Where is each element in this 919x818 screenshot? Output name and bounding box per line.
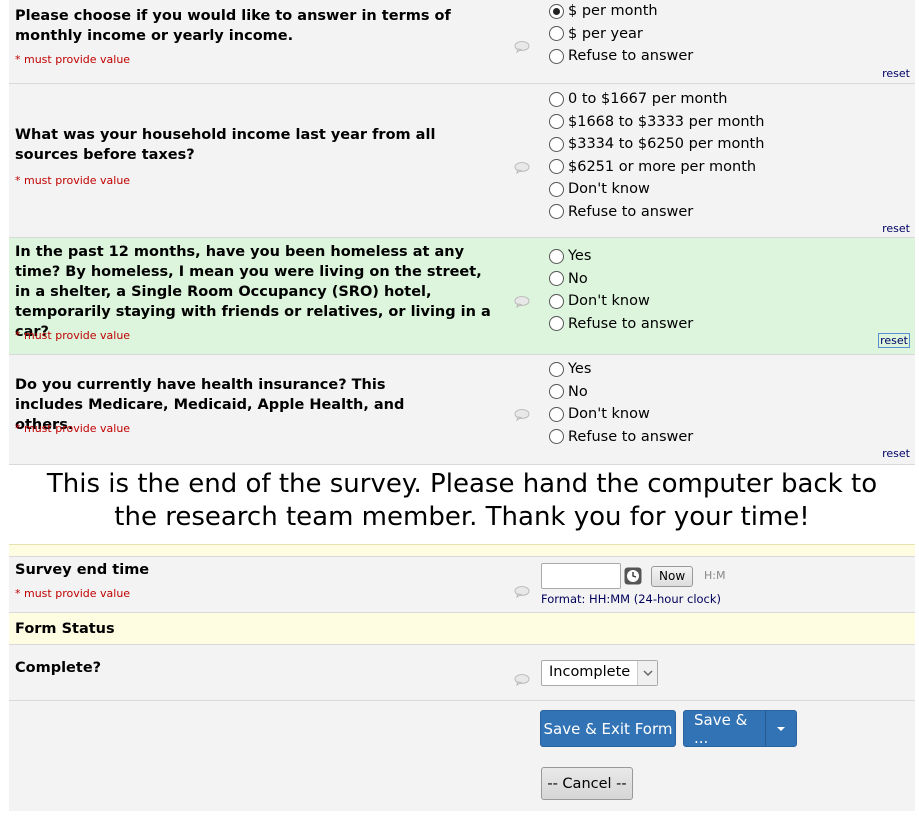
complete-select-value: Incomplete <box>549 664 631 680</box>
option-0-1667[interactable]: 0 to $1667 per month <box>549 88 764 111</box>
comment-bubble-icon[interactable] <box>514 296 530 308</box>
option-refuse[interactable]: Refuse to answer <box>549 313 693 336</box>
save-exit-button[interactable]: Save & Exit Form <box>540 710 676 747</box>
comment-bubble-icon[interactable] <box>514 409 530 421</box>
radio-icon[interactable] <box>549 293 564 309</box>
complete-label: Complete? <box>15 660 102 676</box>
required-note: * must provide value <box>15 422 131 435</box>
reset-link[interactable]: reset <box>882 222 910 235</box>
comment-bubble-icon[interactable] <box>514 162 530 174</box>
chevron-down-icon <box>637 661 657 685</box>
hm-label: H:M <box>704 569 726 582</box>
save-more-label: Save & ... <box>694 710 748 747</box>
option-refuse[interactable]: Refuse to answer <box>549 201 764 224</box>
radio-icon[interactable] <box>549 384 564 400</box>
caret-down-icon[interactable] <box>764 711 796 746</box>
option-yes[interactable]: Yes <box>549 245 693 268</box>
end-time-label: Survey end time <box>15 562 150 578</box>
form-status-title: Form Status <box>15 621 115 637</box>
comment-bubble-icon[interactable] <box>514 586 530 598</box>
complete-select[interactable]: Incomplete <box>541 660 658 686</box>
radio-icon[interactable] <box>549 204 564 220</box>
option-per-year[interactable]: $ per year <box>549 23 693 46</box>
survey-end-time-row: Survey end time * must provide value Now… <box>9 557 915 613</box>
form-status-header: Form Status <box>9 613 915 645</box>
radio-icon[interactable] <box>549 91 564 107</box>
action-row: Save & Exit Form Save & ... -- Cancel -- <box>9 701 915 811</box>
question-row-income-type: Please choose if you would like to answe… <box>9 0 915 84</box>
radio-icon[interactable] <box>549 26 564 42</box>
radio-icon[interactable] <box>549 248 564 264</box>
option-6251-more[interactable]: $6251 or more per month <box>549 156 764 179</box>
comment-bubble-icon[interactable] <box>514 674 530 686</box>
option-dont-know[interactable]: Don't know <box>549 290 693 313</box>
option-no[interactable]: No <box>549 268 693 291</box>
radio-icon[interactable] <box>549 406 564 422</box>
section-divider <box>9 545 915 557</box>
radio-checked-icon[interactable] <box>549 3 564 19</box>
question-text: Please choose if you would like to answe… <box>15 8 451 44</box>
radio-icon[interactable] <box>549 136 564 152</box>
option-per-month[interactable]: $ per month <box>549 0 693 23</box>
end-time-input[interactable] <box>541 563 621 589</box>
radio-icon[interactable] <box>549 271 564 287</box>
question-row-health-insurance: Do you currently have health insurance? … <box>9 355 915 465</box>
comment-bubble-icon[interactable] <box>514 41 530 53</box>
clock-icon[interactable] <box>624 567 642 585</box>
required-note: * must provide value <box>15 174 131 187</box>
radio-icon[interactable] <box>549 361 564 377</box>
option-refuse[interactable]: Refuse to answer <box>549 426 693 449</box>
option-3334-6250[interactable]: $3334 to $6250 per month <box>549 133 764 156</box>
now-button[interactable]: Now <box>651 566 694 587</box>
radio-icon[interactable] <box>549 316 564 332</box>
reset-link[interactable]: reset <box>882 67 910 80</box>
question-row-homeless: In the past 12 months, have you been hom… <box>9 238 915 355</box>
required-note: * must provide value <box>15 329 131 342</box>
end-of-survey-message: This is the end of the survey. Please ha… <box>9 465 915 545</box>
complete-row: Complete? Incomplete <box>9 645 915 701</box>
options: 0 to $1667 per month $1668 to $3333 per … <box>549 88 764 223</box>
option-no[interactable]: No <box>549 381 693 404</box>
radio-icon[interactable] <box>549 48 564 64</box>
question-text: In the past 12 months, have you been hom… <box>15 244 491 340</box>
options: Yes No Don't know Refuse to answer <box>549 358 693 448</box>
options: Yes No Don't know Refuse to answer <box>549 245 693 335</box>
option-1668-3333[interactable]: $1668 to $3333 per month <box>549 111 764 134</box>
required-note: * must provide value <box>15 587 131 600</box>
radio-icon[interactable] <box>549 114 564 130</box>
radio-icon[interactable] <box>549 181 564 197</box>
options: $ per month $ per year Refuse to answer <box>549 0 693 68</box>
end-message-text: This is the end of the survey. Please ha… <box>46 469 878 532</box>
required-note: * must provide value <box>15 53 131 66</box>
radio-icon[interactable] <box>549 429 564 445</box>
reset-link[interactable]: reset <box>878 333 910 348</box>
save-more-button[interactable]: Save & ... <box>683 710 797 747</box>
option-refuse[interactable]: Refuse to answer <box>549 45 693 68</box>
radio-icon[interactable] <box>549 159 564 175</box>
question-text: What was your household income last year… <box>15 127 436 163</box>
format-hint: Format: HH:MM (24-hour clock) <box>541 592 722 606</box>
reset-link[interactable]: reset <box>882 447 910 460</box>
option-dont-know[interactable]: Don't know <box>549 178 764 201</box>
question-row-household-income: What was your household income last year… <box>9 84 915 238</box>
option-yes[interactable]: Yes <box>549 358 693 381</box>
option-dont-know[interactable]: Don't know <box>549 403 693 426</box>
cancel-button[interactable]: -- Cancel -- <box>541 767 633 800</box>
